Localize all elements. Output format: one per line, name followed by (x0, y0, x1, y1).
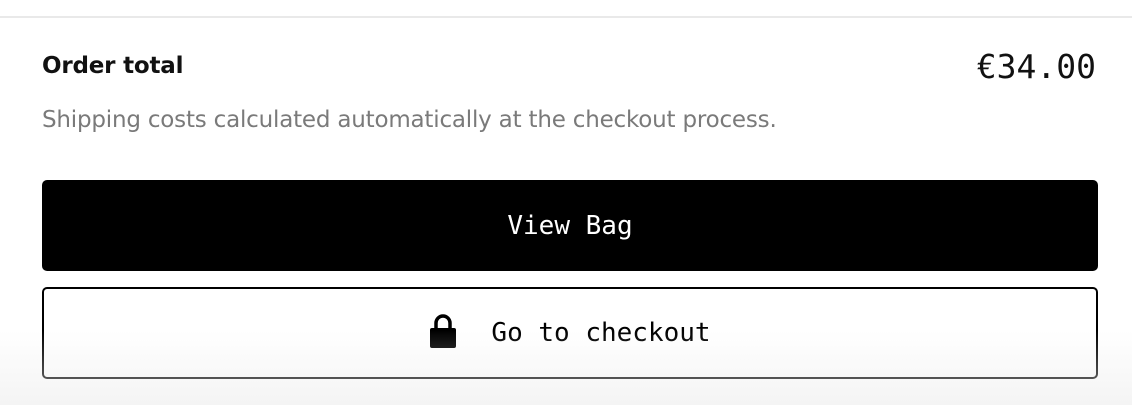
order-total-value: €34.00 (976, 47, 1096, 86)
checkout-label: Go to checkout (491, 318, 711, 348)
view-bag-button[interactable]: View Bag (42, 180, 1098, 271)
view-bag-label: View Bag (507, 210, 633, 241)
lock-icon (429, 313, 457, 349)
go-to-checkout-button[interactable]: Go to checkout (42, 287, 1098, 379)
shipping-note: Shipping costs calculated automatically … (42, 107, 777, 133)
order-total-label: Order total (42, 53, 184, 79)
